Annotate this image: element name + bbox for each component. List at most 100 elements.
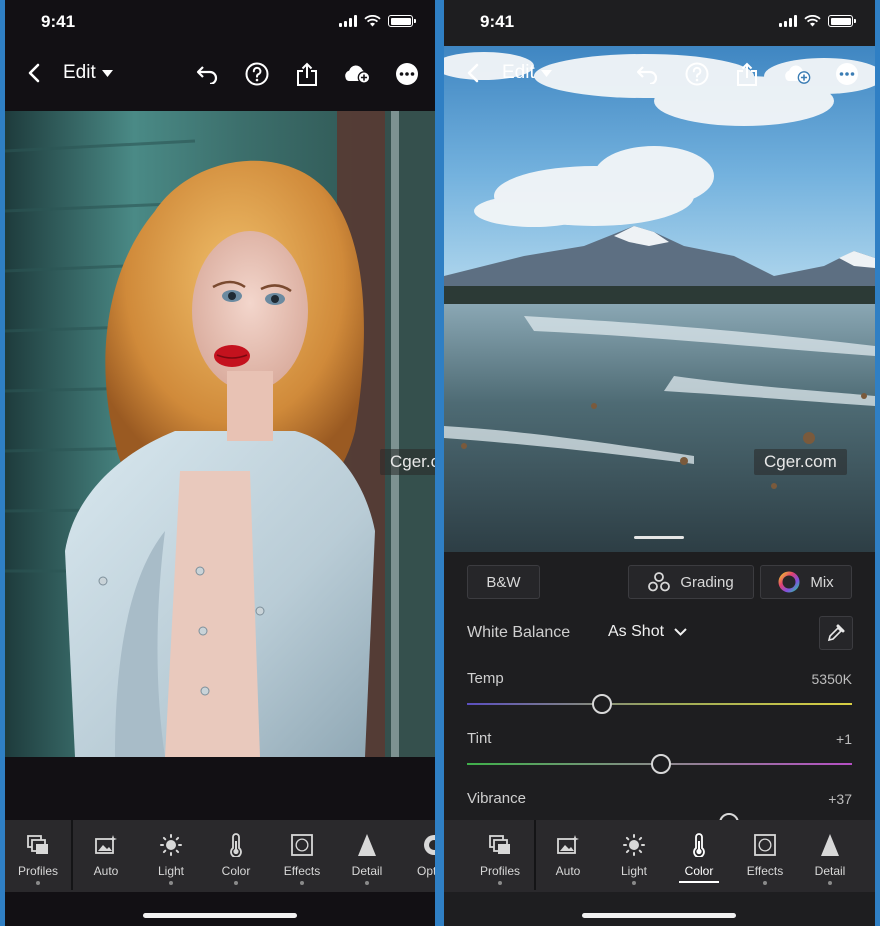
auto-icon	[557, 834, 579, 856]
profiles-icon	[489, 834, 511, 856]
tool-label: Color	[684, 864, 714, 878]
battery-icon	[388, 15, 416, 27]
left-phone-screen: 9:41 Edit Cger.c Profiles Auto Light Col…	[5, 0, 435, 926]
back-chevron-icon[interactable]	[460, 60, 486, 86]
tool-label: Detail	[814, 864, 846, 878]
temp-slider-thumb[interactable]	[591, 694, 612, 714]
cellular-signal-icon	[339, 15, 357, 27]
bottom-tool-bar: Profiles Auto Light Color Effects Detail	[5, 820, 435, 892]
bottom-tool-bar: Profiles Auto Light Color Effects Detail	[444, 820, 875, 892]
profiles-icon	[27, 834, 49, 856]
share-icon[interactable]	[733, 60, 761, 88]
watermark-text: Cger.com	[754, 449, 847, 475]
tool-label: Effects	[746, 864, 784, 878]
active-tool-indicator	[679, 881, 719, 883]
help-icon[interactable]	[683, 60, 711, 88]
bw-label: B&W	[486, 573, 521, 591]
temp-value: 5350K	[811, 671, 852, 687]
undo-icon[interactable]	[633, 60, 661, 88]
chevron-down-icon	[674, 628, 687, 636]
tool-label: Light	[620, 864, 648, 878]
tool-auto[interactable]: Auto	[73, 820, 139, 892]
tint-value: +1	[836, 731, 852, 747]
detail-icon	[358, 834, 376, 856]
wifi-icon	[364, 15, 381, 27]
white-balance-value: As Shot	[608, 623, 665, 640]
cloud-add-icon[interactable]	[343, 60, 371, 88]
tint-slider-thumb[interactable]	[651, 754, 672, 774]
right-phone-screen: 9:41 Edit Cger.com B&W Grading Mix White…	[444, 0, 875, 926]
tool-label: Light	[157, 864, 185, 878]
edit-mode-label: Edit	[502, 62, 535, 83]
tool-label: Auto	[93, 864, 119, 878]
panel-drag-handle[interactable]	[634, 536, 684, 539]
wifi-icon	[804, 15, 821, 27]
effects-icon	[754, 834, 776, 856]
mix-button[interactable]: Mix	[760, 565, 852, 599]
tool-label: Profiles	[17, 864, 58, 878]
landscape-photo	[444, 46, 875, 552]
eyedropper-icon	[827, 624, 845, 642]
sun-icon	[623, 834, 645, 856]
tool-label: Detail	[351, 864, 383, 878]
grading-label: Grading	[680, 573, 734, 591]
watermark-text: Cger.com	[380, 449, 435, 475]
tool-light[interactable]: Light	[601, 820, 667, 892]
cloud-add-icon[interactable]	[783, 60, 811, 88]
color-wheel-icon	[778, 571, 800, 593]
status-bar: 9:41	[444, 0, 875, 46]
more-options-icon[interactable]	[833, 60, 861, 88]
white-balance-label: White Balance	[467, 624, 571, 641]
more-options-icon[interactable]	[393, 60, 421, 88]
bw-button[interactable]: B&W	[467, 565, 540, 599]
detail-icon	[821, 834, 839, 856]
back-chevron-icon[interactable]	[21, 60, 47, 86]
tool-effects[interactable]: Effects	[269, 820, 335, 892]
tool-auto[interactable]: Auto	[535, 820, 601, 892]
tool-effects[interactable]: Effects	[732, 820, 798, 892]
tool-label: Profiles	[479, 864, 520, 878]
share-icon[interactable]	[293, 60, 321, 88]
undo-icon[interactable]	[193, 60, 221, 88]
cellular-signal-icon	[779, 15, 797, 27]
edit-mode-menu[interactable]: Edit	[502, 62, 552, 84]
temp-label: Temp	[467, 670, 504, 687]
white-balance-dropdown[interactable]: As Shot	[608, 623, 687, 641]
battery-icon	[828, 15, 856, 27]
status-bar: 9:41	[5, 0, 435, 46]
temp-slider-track[interactable]	[467, 703, 852, 705]
sun-icon	[160, 834, 182, 856]
tool-optics[interactable]: Optics	[401, 820, 435, 892]
home-indicator[interactable]	[143, 913, 297, 918]
tool-profiles[interactable]: Profiles	[5, 820, 71, 892]
tint-label: Tint	[467, 730, 492, 747]
edit-mode-menu[interactable]: Edit	[63, 62, 113, 84]
vibrance-value: +37	[828, 791, 852, 807]
top-bar: Edit	[444, 50, 875, 96]
thermometer-icon	[229, 833, 243, 857]
home-indicator[interactable]	[582, 913, 736, 918]
auto-icon	[95, 834, 117, 856]
tool-color[interactable]: Color	[203, 820, 269, 892]
tool-light[interactable]: Light	[138, 820, 204, 892]
grading-button[interactable]: Grading	[628, 565, 754, 599]
tool-detail[interactable]: Detail	[797, 820, 863, 892]
tool-label: Optics	[416, 864, 435, 878]
optics-icon	[423, 834, 435, 856]
top-bar: Edit	[5, 50, 435, 96]
edit-mode-label: Edit	[63, 62, 96, 83]
tool-label: Auto	[555, 864, 581, 878]
thermometer-icon	[692, 833, 706, 857]
tool-color[interactable]: Color	[666, 820, 732, 892]
caret-down-icon	[101, 69, 113, 77]
tool-profiles[interactable]: Profiles	[467, 820, 533, 892]
color-panel: B&W Grading Mix White Balance As Shot Te…	[444, 552, 875, 833]
tool-label: Color	[221, 864, 251, 878]
caret-down-icon	[540, 69, 552, 77]
help-icon[interactable]	[243, 60, 271, 88]
status-time: 9:41	[480, 12, 515, 31]
tool-detail[interactable]: Detail	[334, 820, 400, 892]
mix-label: Mix	[810, 573, 834, 591]
eyedropper-button[interactable]	[819, 616, 853, 650]
portrait-photo	[5, 111, 435, 757]
